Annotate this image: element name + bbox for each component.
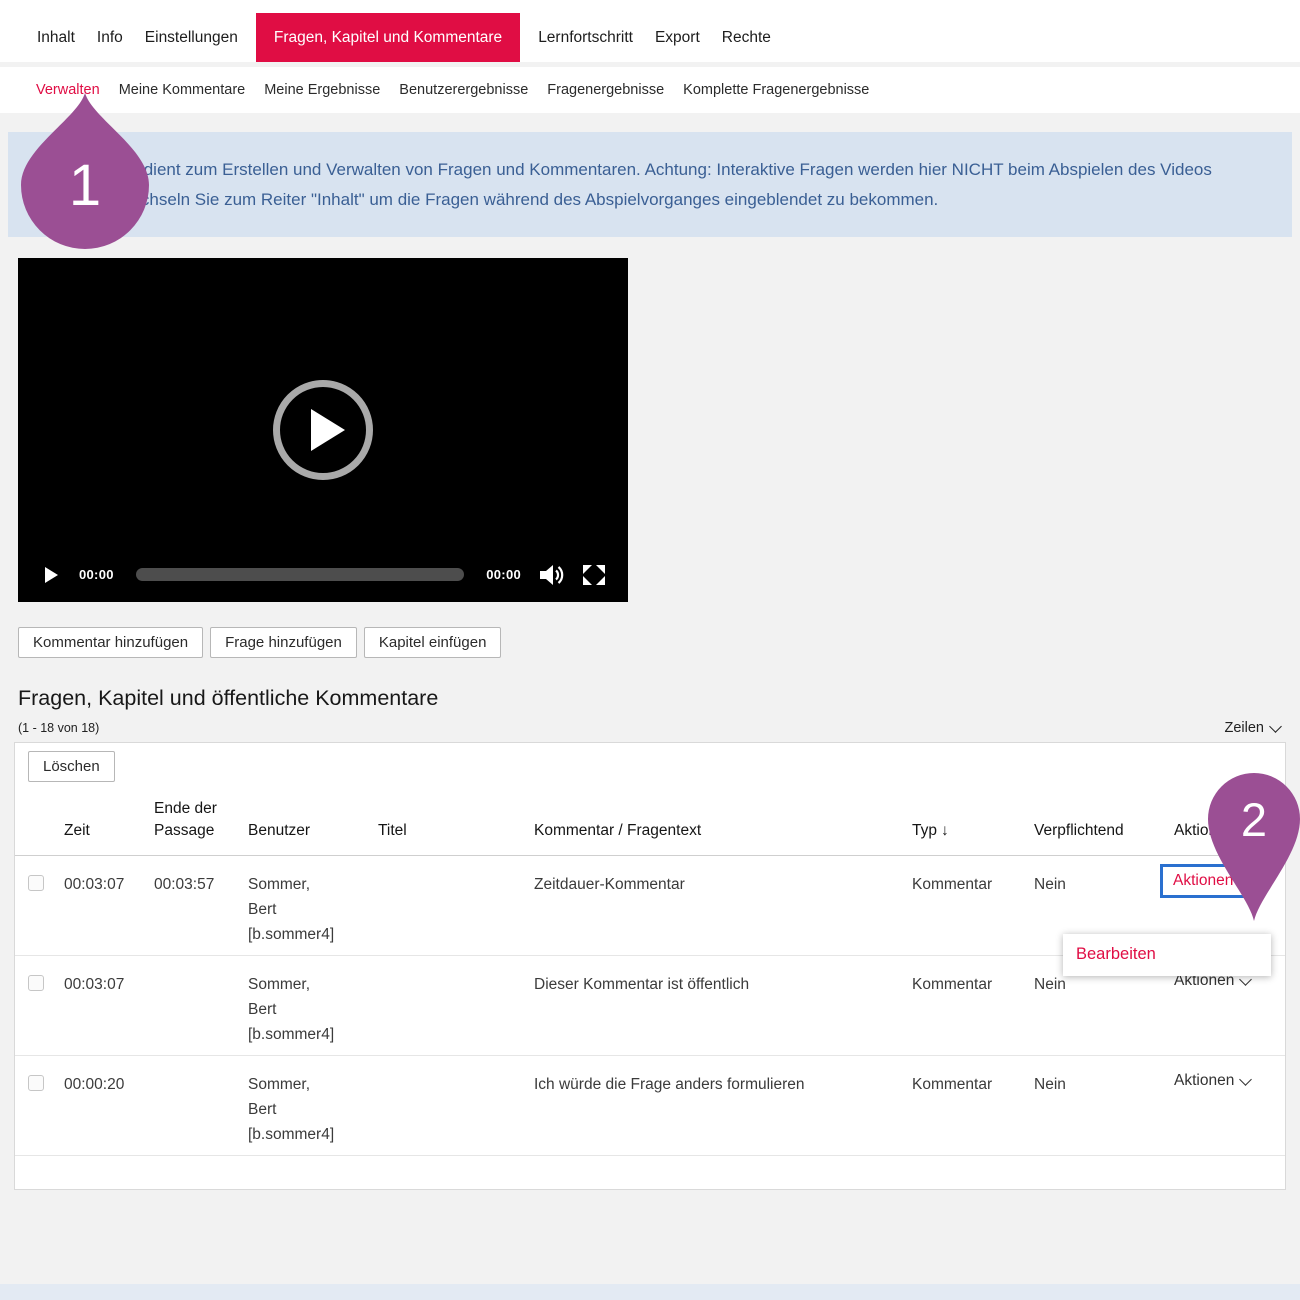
subtab-meine-kommentare[interactable]: Meine Kommentare	[119, 82, 246, 98]
cell-zeit: 00:03:07	[64, 972, 154, 997]
rows-dropdown-label: Zeilen	[1225, 720, 1265, 736]
cell-kommentar: Zeitdauer-Kommentar	[534, 872, 912, 897]
tab-rechte[interactable]: Rechte	[711, 13, 782, 62]
main-tab-bar: Inhalt Info Einstellungen Fragen, Kapite…	[0, 0, 1300, 62]
tab-einstellungen[interactable]: Einstellungen	[134, 13, 249, 62]
subtab-meine-ergebnisse[interactable]: Meine Ergebnisse	[264, 82, 380, 98]
cell-ende: 00:03:57	[154, 872, 248, 897]
row-checkbox[interactable]	[28, 975, 44, 991]
comments-table: Löschen Zeit Ende der Passage Benutzer T…	[14, 742, 1286, 1190]
volume-icon[interactable]	[540, 564, 564, 586]
insert-chapter-button[interactable]: Kapitel einfügen	[364, 627, 502, 658]
row-checkbox[interactable]	[28, 875, 44, 891]
video-controls: 00:00 00:00	[18, 547, 628, 602]
cell-kommentar: Dieser Kommentar ist öffentlich	[534, 972, 912, 997]
chevron-down-icon	[1239, 1073, 1252, 1086]
seek-bar[interactable]	[136, 568, 465, 581]
play-icon	[311, 409, 345, 451]
big-play-button[interactable]	[273, 380, 373, 480]
add-comment-button[interactable]: Kommentar hinzufügen	[18, 627, 203, 658]
column-kommentar-fragentext[interactable]: Kommentar / Fragentext	[534, 820, 912, 842]
actions-dropdown-menu: Bearbeiten	[1063, 934, 1271, 976]
table-row: 00:00:20 Sommer, Bert [b.sommer4] Ich wü…	[15, 1056, 1285, 1156]
rows-dropdown[interactable]: Zeilen	[1225, 720, 1281, 736]
current-time: 00:00	[79, 567, 114, 582]
column-titel[interactable]: Titel	[378, 820, 534, 842]
video-player[interactable]: 00:00 00:00	[18, 258, 628, 602]
actions-dropdown-button-open[interactable]: Aktionen	[1160, 864, 1262, 898]
footer-strip	[0, 1284, 1300, 1300]
tab-export[interactable]: Export	[644, 13, 711, 62]
column-typ[interactable]: Typ↓	[912, 820, 1034, 842]
play-button[interactable]	[45, 567, 58, 583]
subtab-komplette-fragenergebnisse[interactable]: Komplette Fragenergebnisse	[683, 82, 869, 98]
subtab-fragenergebnisse[interactable]: Fragenergebnisse	[547, 82, 664, 98]
column-aktionen: Aktionen	[1174, 820, 1285, 842]
fullscreen-icon[interactable]	[583, 565, 605, 585]
player-action-buttons: Kommentar hinzufügen Frage hinzufügen Ka…	[18, 627, 501, 658]
subtab-benutzerergebnisse[interactable]: Benutzerergebnisse	[399, 82, 528, 98]
column-zeit[interactable]: Zeit	[64, 820, 154, 842]
duration: 00:00	[486, 567, 521, 582]
column-benutzer[interactable]: Benutzer	[248, 820, 378, 842]
row-checkbox[interactable]	[28, 1075, 44, 1091]
chevron-down-icon	[1238, 873, 1251, 886]
cell-zeit: 00:03:07	[64, 872, 154, 897]
cell-typ: Kommentar	[912, 972, 1034, 997]
column-ende-der-passage[interactable]: Ende der Passage	[154, 798, 218, 842]
table-title: Fragen, Kapitel und öffentliche Kommenta…	[18, 686, 438, 711]
sub-tab-bar: Verwalten Meine Kommentare Meine Ergebni…	[0, 67, 1300, 113]
cell-kommentar: Ich würde die Frage anders formulieren	[534, 1072, 912, 1097]
add-question-button[interactable]: Frage hinzufügen	[210, 627, 357, 658]
cell-verpflichtend: Nein	[1034, 1072, 1174, 1097]
table-header-row: Zeit Ende der Passage Benutzer Titel Kom…	[15, 798, 1285, 856]
cell-typ: Kommentar	[912, 1072, 1034, 1097]
chevron-down-icon	[1269, 720, 1282, 733]
tab-inhalt[interactable]: Inhalt	[26, 13, 86, 62]
info-message-text: Diese Ansicht dient zum Erstellen und Ve…	[36, 160, 1212, 209]
pagination-info: (1 - 18 von 18)	[18, 721, 99, 735]
info-message: Diese Ansicht dient zum Erstellen und Ve…	[8, 132, 1292, 237]
tab-fragen-kapitel-kommentare[interactable]: Fragen, Kapitel und Kommentare	[256, 13, 520, 62]
column-verpflichtend[interactable]: Verpflichtend	[1034, 820, 1174, 842]
cell-verpflichtend: Nein	[1034, 872, 1174, 897]
delete-button[interactable]: Löschen	[28, 751, 115, 782]
tab-lernfortschritt[interactable]: Lernfortschritt	[527, 13, 644, 62]
edit-menu-item[interactable]: Bearbeiten	[1076, 945, 1271, 964]
actions-dropdown-button[interactable]: Aktionen	[1174, 1072, 1250, 1090]
subtab-verwalten[interactable]: Verwalten	[36, 82, 100, 98]
sort-desc-icon: ↓	[941, 822, 949, 839]
cell-zeit: 00:00:20	[64, 1072, 154, 1097]
cell-benutzer: Sommer, Bert [b.sommer4]	[248, 872, 350, 947]
cell-typ: Kommentar	[912, 872, 1034, 897]
tab-info[interactable]: Info	[86, 13, 134, 62]
cell-benutzer: Sommer, Bert [b.sommer4]	[248, 972, 350, 1047]
cell-benutzer: Sommer, Bert [b.sommer4]	[248, 1072, 350, 1147]
